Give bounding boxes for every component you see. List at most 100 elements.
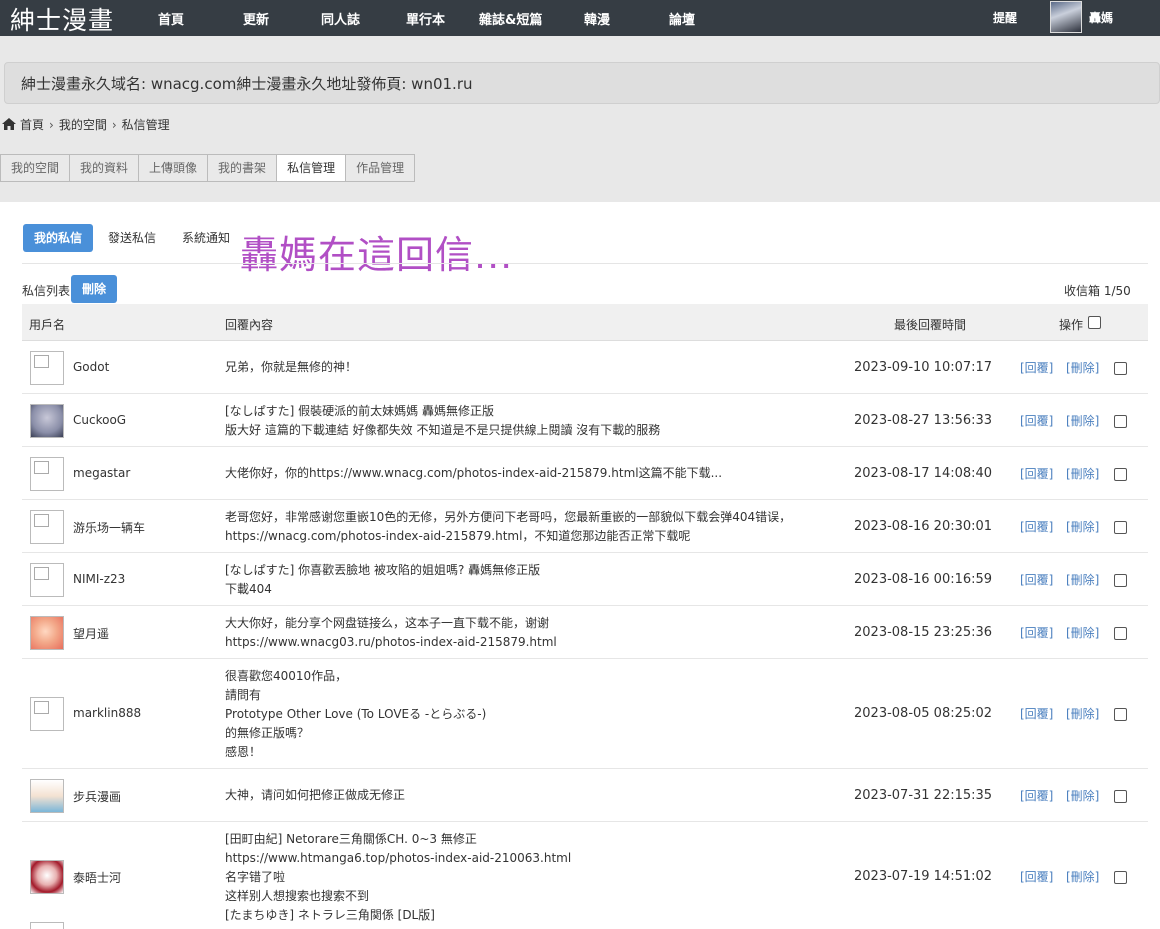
reply-link[interactable]: [回覆]	[1020, 624, 1053, 641]
row-message[interactable]: 兄弟，你就是無修的神！	[225, 358, 357, 377]
home-icon	[2, 118, 16, 130]
row-username[interactable]: Godot	[73, 360, 109, 374]
reply-link[interactable]: [回覆]	[1020, 868, 1053, 885]
delete-link[interactable]: [刪除]	[1066, 518, 1099, 535]
breadcrumb-home[interactable]: 首頁	[20, 118, 44, 132]
avatar[interactable]	[30, 403, 64, 438]
nav-home[interactable]: 首頁	[158, 9, 184, 28]
tab-my-profile[interactable]: 我的資料	[69, 154, 139, 182]
avatar[interactable]	[30, 778, 64, 813]
row-checkbox[interactable]	[1114, 871, 1127, 884]
reply-link[interactable]: [回覆]	[1020, 412, 1053, 429]
message-line: 大佬你好，你的https://www.wnacg.com/photos-inde…	[225, 466, 723, 480]
message-line: 名字错了啦	[225, 869, 286, 884]
message-line: 版大好 這篇的下載連結 好像都失效 不知道是不是只提供線上閱讀 沒有下載的服務	[225, 422, 661, 437]
user-avatar[interactable]	[1050, 1, 1082, 33]
subtab-system-notice[interactable]: 系統通知	[171, 224, 241, 252]
avatar[interactable]	[30, 562, 64, 597]
row-message[interactable]: 大大你好，能分享个网盘链接么，这本子一直下载不能，谢谢 https://www.w…	[225, 614, 557, 652]
top-nav: 紳士漫畫 首頁 更新 同人誌 單行本 雜誌&短篇 韓漫 論壇 提醒 轟媽	[0, 0, 1160, 36]
row-checkbox[interactable]	[1114, 361, 1127, 375]
row-message[interactable]: 大佬你好，你的https://www.wnacg.com/photos-inde…	[225, 464, 722, 483]
tab-upload-avatar[interactable]: 上傳頭像	[138, 154, 208, 182]
reply-link[interactable]: [回覆]	[1020, 787, 1053, 804]
nav-tankobon[interactable]: 單行本	[406, 9, 445, 28]
delete-button[interactable]: 刪除	[71, 275, 117, 303]
row-username[interactable]: NIMI-z23	[73, 572, 125, 586]
avatar[interactable]	[30, 456, 64, 491]
nav-korean[interactable]: 韓漫	[584, 9, 610, 28]
delete-link[interactable]: [刪除]	[1066, 359, 1099, 376]
nav-magazine[interactable]: 雜誌&短篇	[479, 9, 542, 28]
row-message[interactable]: 很喜歡您40010作品， 請問有 Prototype Other Love (To …	[225, 667, 486, 762]
row-username[interactable]: 望月遥	[73, 625, 109, 642]
row-checkbox[interactable]	[1114, 414, 1127, 428]
nav-forum[interactable]: 論壇	[669, 9, 695, 28]
delete-link[interactable]: [刪除]	[1066, 465, 1099, 482]
breadcrumb-my-space[interactable]: 我的空間	[59, 118, 107, 132]
row-username[interactable]: megastar	[73, 466, 130, 480]
subtab-send-message[interactable]: 發送私信	[97, 224, 167, 252]
reply-link[interactable]: [回覆]	[1020, 359, 1053, 376]
message-line: 很喜歡您40010作品，	[225, 668, 348, 683]
row-username[interactable]: 步兵漫画	[73, 788, 121, 805]
subtab-my-messages[interactable]: 我的私信	[23, 224, 94, 252]
nav-remind[interactable]: 提醒	[993, 9, 1017, 26]
tab-my-space[interactable]: 我的空間	[0, 154, 70, 182]
row-checkbox[interactable]	[1114, 520, 1127, 534]
message-line: 老哥您好，非常感谢您重嵌10色的无修，另外方便问下老哥吗，您最新重嵌的一部貌似下…	[225, 509, 792, 524]
message-line: 感恩！	[225, 744, 262, 759]
delete-link[interactable]: [刪除]	[1066, 571, 1099, 588]
delete-link[interactable]: [刪除]	[1066, 868, 1099, 885]
tab-my-bookshelf[interactable]: 我的書架	[207, 154, 277, 182]
site-logo[interactable]: 紳士漫畫	[10, 1, 114, 37]
space-tabs: 我的空間 我的資料 上傳頭像 我的書架 私信管理 作品管理	[0, 154, 416, 182]
tab-messages[interactable]: 私信管理	[276, 154, 346, 182]
row-username[interactable]: 泰晤士河	[73, 869, 121, 886]
reply-link[interactable]: [回覆]	[1020, 571, 1053, 588]
row-checkbox[interactable]	[1114, 573, 1127, 587]
col-user: 用戶名	[29, 318, 66, 332]
row-checkbox[interactable]	[1114, 467, 1127, 481]
nav-doujinshi[interactable]: 同人誌	[321, 9, 360, 28]
row-message[interactable]: 大神，请问如何把修正做成无修正	[225, 786, 405, 805]
nav-updates[interactable]: 更新	[243, 9, 269, 28]
delete-link[interactable]: [刪除]	[1066, 412, 1099, 429]
delete-link[interactable]: [刪除]	[1066, 624, 1099, 641]
select-all-checkbox[interactable]	[1088, 316, 1101, 329]
broken-image-icon	[34, 701, 49, 714]
announcement-text: 紳士漫畫永久域名: wnacg.com紳士漫畫永久地址發佈頁: wn01.ru	[21, 75, 473, 93]
avatar[interactable]	[30, 509, 64, 544]
row-username[interactable]: CuckooG	[73, 413, 126, 427]
delete-link[interactable]: [刪除]	[1066, 787, 1099, 804]
row-message[interactable]: [田町由紀] Netorare三角關係CH. 0~3 無修正 https://ww…	[225, 830, 571, 925]
message-line: https://wnacg.com/photos-index-aid-21587…	[225, 528, 691, 543]
user-name[interactable]: 轟媽	[1089, 9, 1113, 26]
partial-avatar	[30, 922, 64, 929]
row-username[interactable]: 游乐场一辆车	[73, 519, 145, 536]
avatar[interactable]	[30, 860, 64, 894]
row-checkbox[interactable]	[1114, 708, 1127, 721]
broken-image-icon	[34, 460, 49, 474]
row-message[interactable]: [なしぱすた] 你喜歡丟臉地 被攻陷的姐姐嗎? 轟媽無修正版 下載404	[225, 561, 540, 599]
delete-link[interactable]: [刪除]	[1066, 705, 1099, 722]
row-time: 2023-07-19 14:51:02	[854, 869, 993, 884]
reply-link[interactable]: [回覆]	[1020, 465, 1053, 482]
avatar[interactable]	[30, 697, 64, 731]
row-message[interactable]: [なしぱすた] 假裝硬派的前太妹媽媽 轟媽無修正版 版大好 這篇的下載連結 好像都…	[225, 402, 660, 440]
broken-image-icon	[34, 513, 49, 527]
message-line: 下載404	[225, 581, 272, 596]
row-checkbox[interactable]	[1114, 626, 1127, 640]
table-header: 用戶名 回覆內容 最後回覆時間 操作	[22, 304, 1148, 341]
reply-link[interactable]: [回覆]	[1020, 705, 1053, 722]
avatar[interactable]	[30, 615, 64, 650]
row-checkbox[interactable]	[1114, 789, 1127, 803]
row-username[interactable]: marklin888	[73, 706, 141, 720]
row-message[interactable]: 老哥您好，非常感谢您重嵌10色的无修，另外方便问下老哥吗，您最新重嵌的一部貌似下…	[225, 508, 791, 546]
avatar[interactable]	[30, 350, 64, 385]
tab-works[interactable]: 作品管理	[345, 154, 416, 182]
message-line: [なしぱすた] 你喜歡丟臉地 被攻陷的姐姐嗎? 轟媽無修正版	[225, 562, 541, 577]
row-time: 2023-08-27 13:56:33	[854, 412, 993, 428]
reply-link[interactable]: [回覆]	[1020, 518, 1053, 535]
message-line: [たまちゆき] ネトラレ三角関係 [DL版]	[225, 907, 435, 922]
